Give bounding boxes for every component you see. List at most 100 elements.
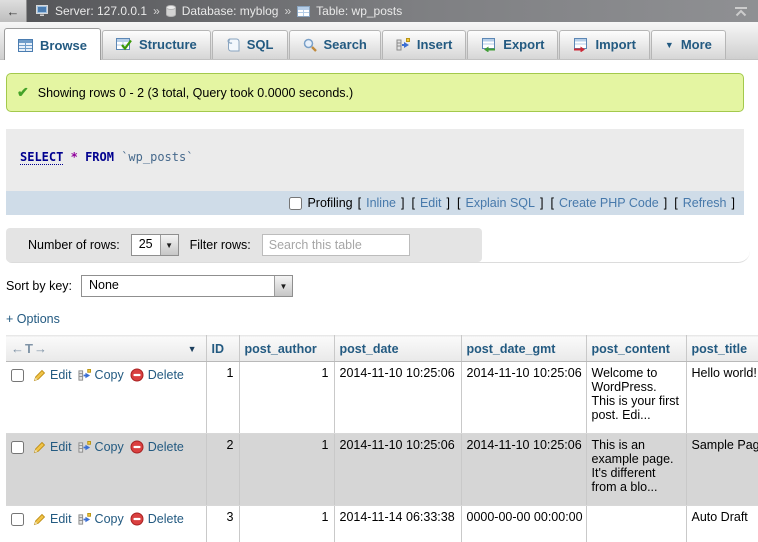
sort-key-select[interactable]: None ▼ (81, 275, 293, 297)
sort-arrow-icon[interactable]: ▼ (188, 344, 201, 354)
row-checkbox[interactable] (11, 369, 24, 382)
tab-label: Structure (139, 37, 197, 52)
row-marker-controls[interactable]: ←T→ (11, 341, 48, 356)
copy-icon (78, 513, 91, 526)
edit-label: Edit (50, 440, 72, 454)
pencil-icon (33, 369, 46, 382)
column-header-post-content[interactable]: post_content (586, 336, 686, 362)
column-header-post-date[interactable]: post_date (334, 336, 461, 362)
actions-header: ←T→ ▼ (6, 336, 206, 362)
cell-post-content: Welcome to WordPress. This is your first… (586, 362, 686, 434)
delete-row-link[interactable]: Delete (130, 368, 184, 382)
nav-back-button[interactable]: ← (0, 0, 27, 22)
tab-search[interactable]: Search (289, 30, 381, 59)
column-header-id[interactable]: ID (206, 336, 239, 362)
inline-link[interactable]: Inline (366, 196, 396, 210)
header-row: ←T→ ▼ ID post_author post_date post_date… (6, 336, 758, 362)
breadcrumb-server[interactable]: Server: 127.0.0.1 (55, 4, 147, 18)
cell-id: 1 (206, 362, 239, 434)
copy-row-link[interactable]: Copy (78, 512, 124, 526)
column-header-post-title[interactable]: post_title (686, 336, 758, 362)
cell-post-author: 1 (239, 506, 334, 542)
row-checkbox[interactable] (11, 513, 24, 526)
tab-label: Search (324, 37, 367, 52)
select-arrow-icon: ▼ (160, 235, 178, 255)
tab-more[interactable]: ▼ More (651, 30, 726, 59)
select-arrow-icon: ▼ (274, 276, 292, 296)
query-box: SELECT * FROM `wp_posts` Profiling [ Inl… (6, 129, 744, 215)
sort-row: Sort by key: None ▼ (6, 275, 758, 297)
table-row: Edit Copy (6, 362, 758, 434)
cell-post-title: Hello world! (686, 362, 758, 434)
options-toggle[interactable]: + Options (6, 312, 60, 326)
cell-post-author: 1 (239, 362, 334, 434)
profiling-label[interactable]: Profiling (289, 196, 352, 210)
cell-post-date-gmt: 2014-11-10 10:25:06 (461, 362, 586, 434)
edit-label: Edit (50, 368, 72, 382)
delete-label: Delete (148, 512, 184, 526)
column-header-post-date-gmt[interactable]: post_date_gmt (461, 336, 586, 362)
breadcrumb-table[interactable]: Table: wp_posts (316, 4, 402, 18)
delete-label: Delete (148, 440, 184, 454)
cell-post-date-gmt: 2014-11-10 10:25:06 (461, 434, 586, 506)
bracket: ] (447, 196, 450, 210)
results-table: ←T→ ▼ ID post_author post_date post_date… (6, 335, 758, 542)
copy-row-link[interactable]: Copy (78, 368, 124, 382)
tab-structure[interactable]: Structure (102, 30, 211, 59)
table-icon (297, 6, 310, 17)
bracket: ] (401, 196, 404, 210)
sort-by-key-label: Sort by key: (6, 279, 72, 293)
delete-row-link[interactable]: Delete (130, 440, 184, 454)
rows-per-page-value: 25 (132, 235, 160, 255)
explain-sql-link[interactable]: Explain SQL (465, 196, 534, 210)
sql-keyword-select[interactable]: SELECT (20, 150, 63, 165)
insert-icon (396, 38, 410, 52)
edit-row-link[interactable]: Edit (33, 440, 72, 454)
phpmyadmin-page: ← Server: 127.0.0.1 » Database: myblog » (0, 0, 758, 542)
column-header-post-author[interactable]: post_author (239, 336, 334, 362)
pencil-icon (33, 513, 46, 526)
bracket: [ (411, 196, 414, 210)
server-icon (36, 5, 49, 17)
edit-row-link[interactable]: Edit (33, 368, 72, 382)
rows-per-page-select[interactable]: 25 ▼ (131, 234, 179, 256)
cell-id: 2 (206, 434, 239, 506)
results-controls: Number of rows: 25 ▼ Filter rows: (6, 228, 482, 262)
copy-label: Copy (95, 368, 124, 382)
filter-input[interactable] (262, 234, 410, 256)
edit-query-link[interactable]: Edit (420, 196, 442, 210)
copy-icon (78, 441, 91, 454)
tab-export[interactable]: Export (467, 30, 558, 59)
sql-table-name: `wp_posts` (121, 150, 193, 164)
cell-post-author: 1 (239, 434, 334, 506)
filter-rows-label: Filter rows: (190, 238, 251, 252)
create-php-code-link[interactable]: Create PHP Code (559, 196, 659, 210)
pencil-icon (33, 441, 46, 454)
edit-row-link[interactable]: Edit (33, 512, 72, 526)
sql-keyword-from: FROM (85, 150, 114, 164)
scroll-top-icon (734, 6, 748, 17)
tab-import[interactable]: Import (559, 30, 649, 59)
refresh-link[interactable]: Refresh (683, 196, 727, 210)
copy-label: Copy (95, 512, 124, 526)
tab-insert[interactable]: Insert (382, 30, 466, 59)
bracket: [ (550, 196, 553, 210)
copy-row-link[interactable]: Copy (78, 440, 124, 454)
cell-post-date: 2014-11-10 10:25:06 (334, 362, 461, 434)
tab-label: Insert (417, 37, 452, 52)
cell-post-date: 2014-11-10 10:25:06 (334, 434, 461, 506)
tab-label: More (681, 37, 712, 52)
cell-post-content (586, 506, 686, 542)
breadcrumb-database[interactable]: Database: myblog (182, 4, 279, 18)
tab-sql[interactable]: SQL (212, 30, 288, 59)
tab-browse[interactable]: Browse (4, 28, 101, 60)
tab-bar: Browse Structure SQL Search (0, 22, 758, 60)
delete-row-link[interactable]: Delete (130, 512, 184, 526)
collapse-icon[interactable] (724, 6, 758, 17)
cell-post-title: Sample Page (686, 434, 758, 506)
cell-post-date-gmt: 0000-00-00 00:00:00 (461, 506, 586, 542)
profiling-checkbox[interactable] (289, 197, 302, 210)
cell-post-date: 2014-11-14 06:33:38 (334, 506, 461, 542)
row-checkbox[interactable] (11, 441, 24, 454)
bracket: ] (540, 196, 543, 210)
